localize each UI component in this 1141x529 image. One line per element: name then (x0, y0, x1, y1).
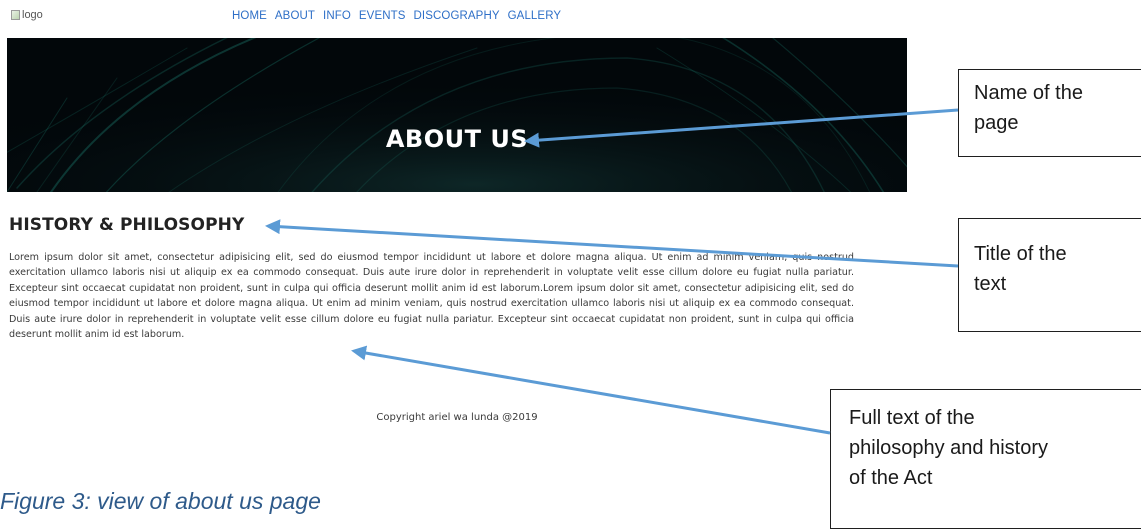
arrow-to-section-title (265, 219, 959, 268)
arrow-to-body-text (351, 345, 831, 435)
arrow-to-page-title (524, 108, 959, 148)
annotation-arrows (265, 108, 959, 435)
